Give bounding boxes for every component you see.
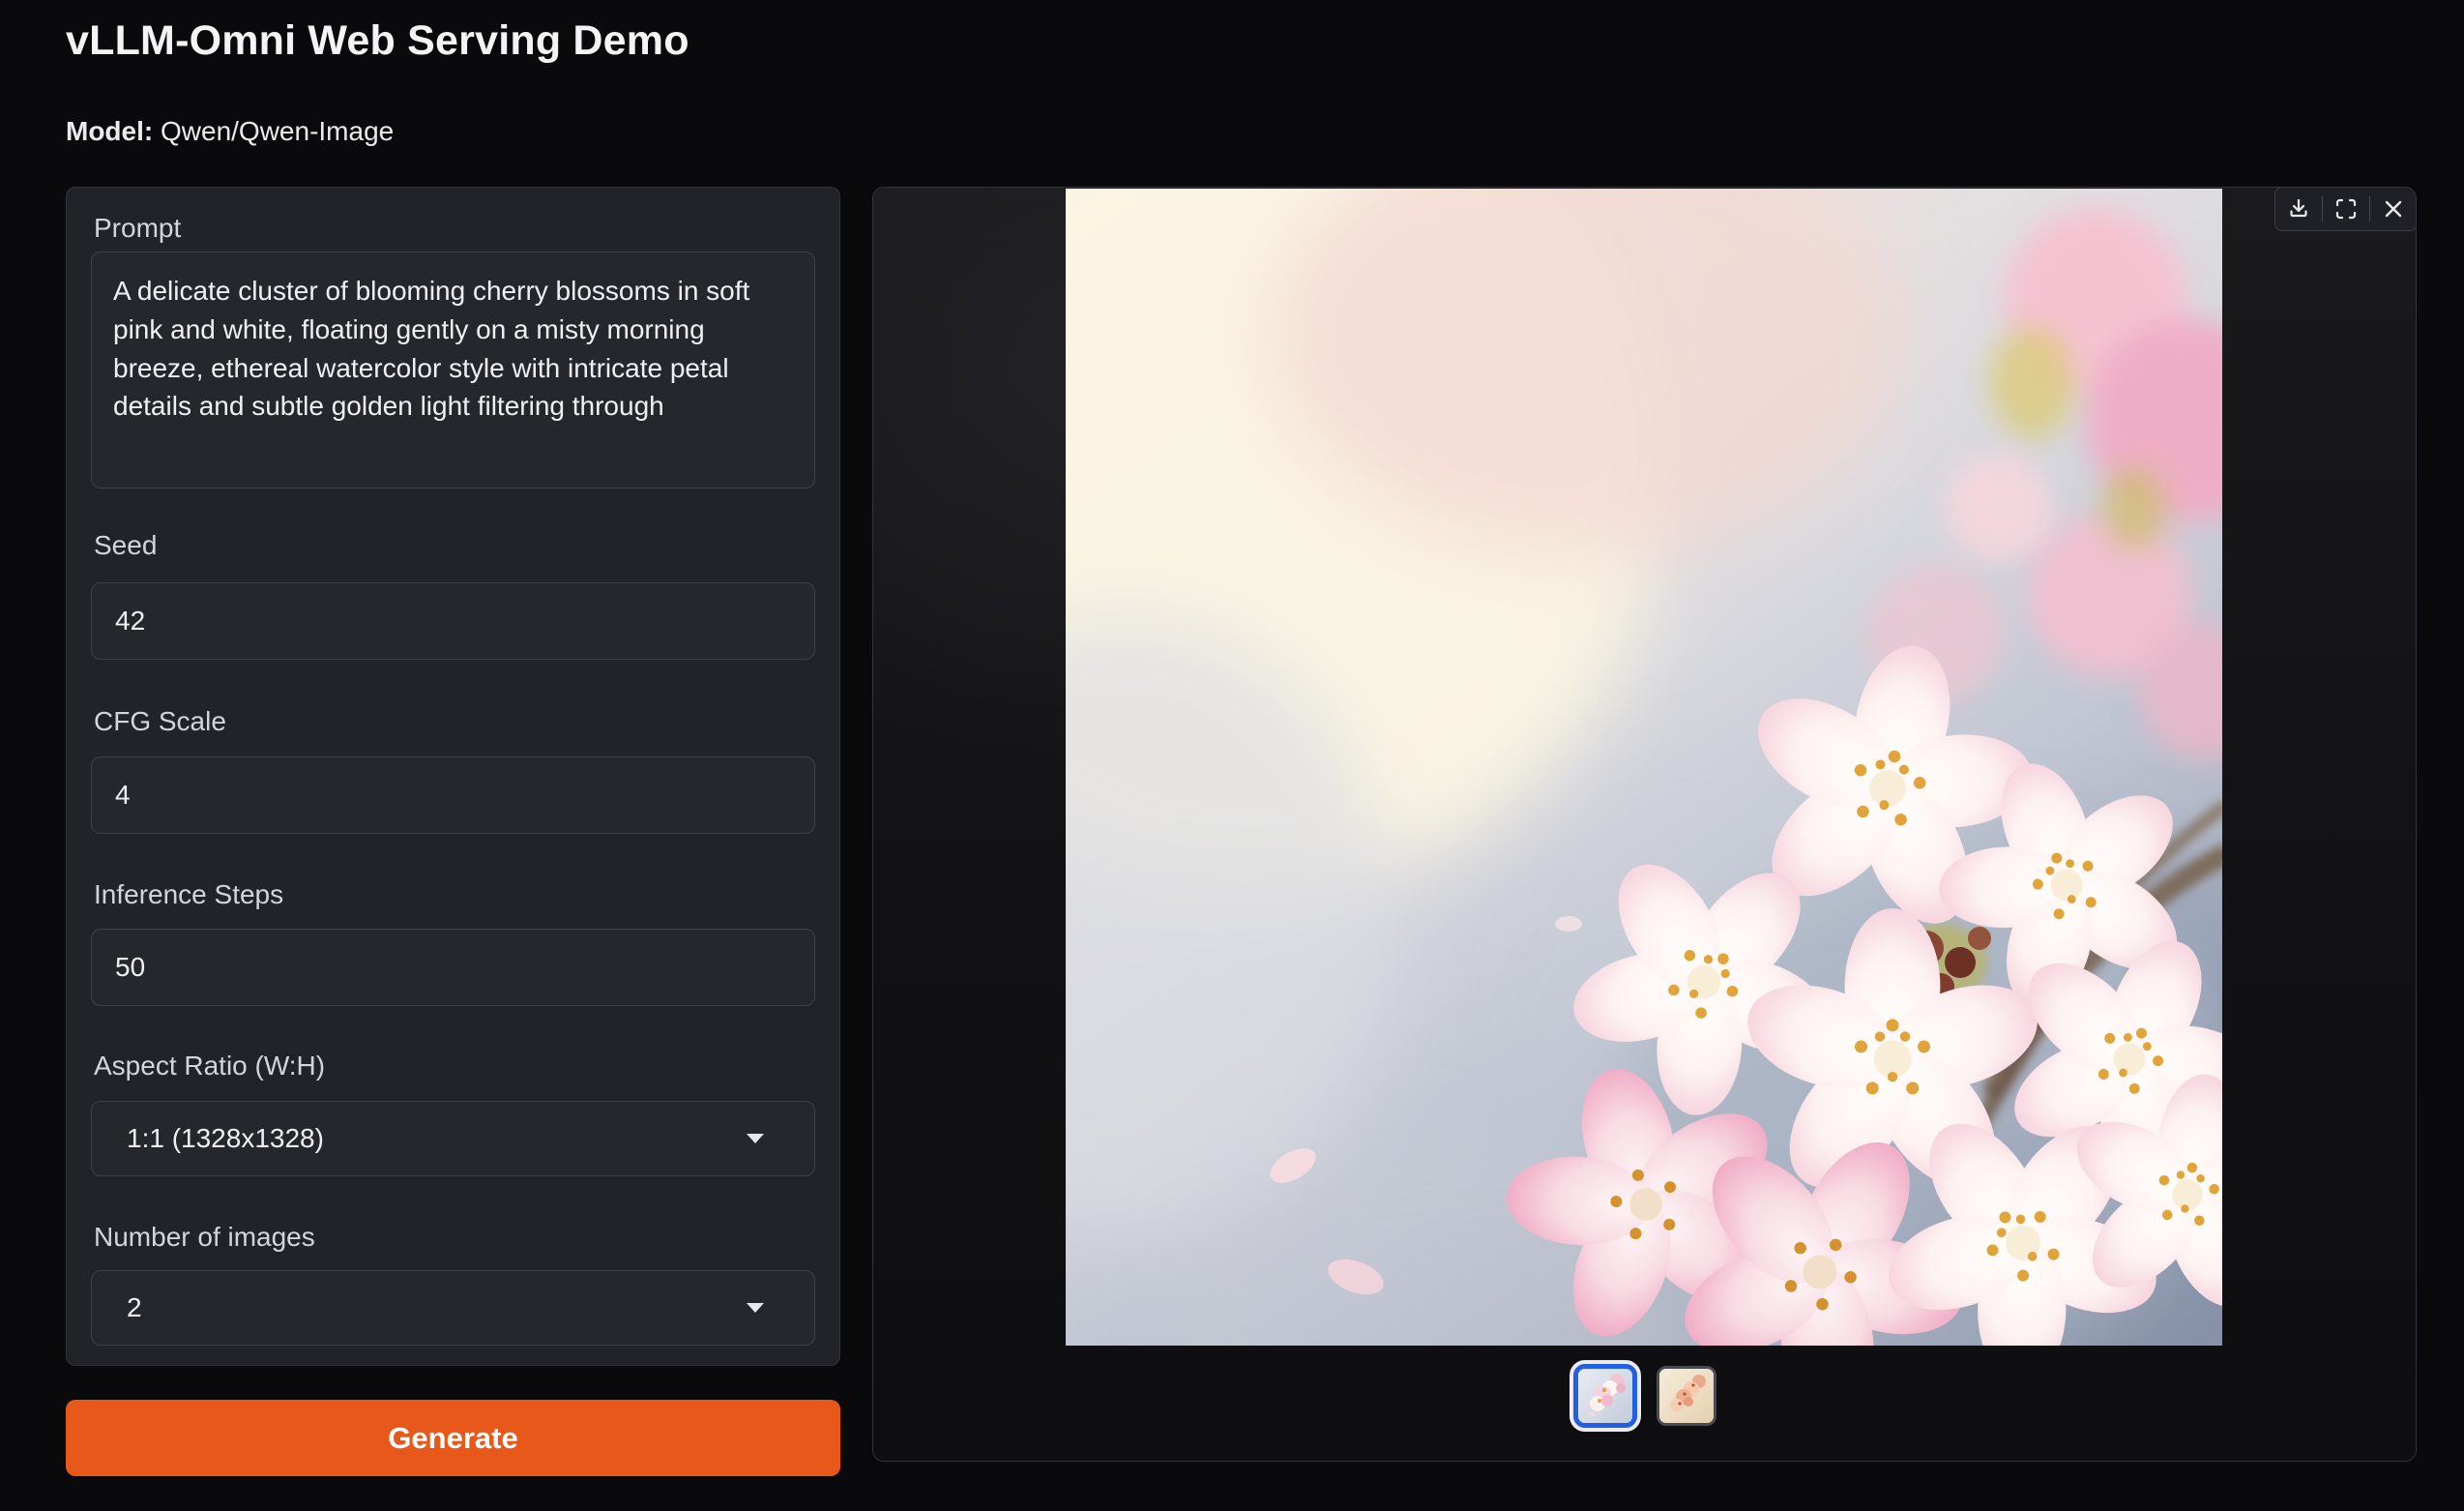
num-images-select[interactable]: 2	[91, 1270, 815, 1346]
generate-button[interactable]: Generate	[66, 1400, 840, 1476]
page-title: vLLM-Omni Web Serving Demo	[66, 17, 689, 65]
cfg-scale-input[interactable]	[91, 756, 815, 834]
settings-panel: Prompt A delicate cluster of blooming ch…	[66, 187, 840, 1366]
prompt-input[interactable]: A delicate cluster of blooming cherry bl…	[91, 252, 815, 489]
fullscreen-icon[interactable]	[2327, 190, 2365, 228]
seed-label: Seed	[94, 530, 157, 561]
chevron-down-icon	[745, 1132, 766, 1145]
inference-steps-label: Inference Steps	[94, 879, 283, 910]
thumbnail-1-selected[interactable]	[1573, 1364, 1637, 1428]
app-root: vLLM-Omni Web Serving Demo Model: Qwen/Q…	[0, 0, 2464, 1511]
gallery-thumbnails	[873, 1364, 2416, 1428]
chevron-down-icon	[745, 1301, 766, 1315]
inference-steps-input[interactable]	[91, 929, 815, 1006]
cherry-blossom-artwork	[1066, 189, 2222, 1346]
toolbar-divider	[2369, 196, 2370, 222]
aspect-ratio-select[interactable]: 1:1 (1328x1328)	[91, 1101, 815, 1176]
aspect-ratio-label: Aspect Ratio (W:H)	[94, 1051, 325, 1081]
cfg-scale-label: CFG Scale	[94, 706, 226, 737]
toolbar-divider	[2322, 196, 2323, 222]
image-toolbar	[2274, 187, 2417, 231]
download-icon[interactable]	[2279, 190, 2318, 228]
model-value: Qwen/Qwen-Image	[161, 116, 394, 146]
prompt-label: Prompt	[94, 213, 181, 244]
aspect-ratio-value: 1:1 (1328x1328)	[92, 1123, 324, 1154]
close-icon[interactable]	[2374, 190, 2413, 228]
image-viewer-panel	[872, 187, 2417, 1462]
num-images-label: Number of images	[94, 1222, 315, 1253]
seed-input[interactable]	[91, 582, 815, 660]
model-line: Model: Qwen/Qwen-Image	[66, 116, 394, 147]
generated-image[interactable]	[1066, 189, 2222, 1346]
thumbnail-2[interactable]	[1657, 1366, 1716, 1426]
num-images-value: 2	[92, 1292, 142, 1323]
model-label: Model:	[66, 116, 153, 146]
